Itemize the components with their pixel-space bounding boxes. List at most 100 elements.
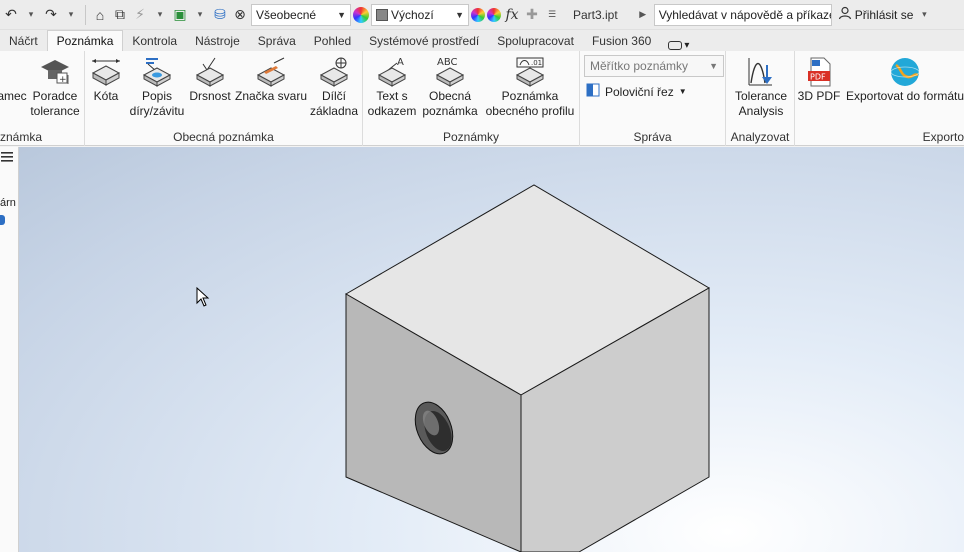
general-note-button[interactable]: ABC Obecná poznámka <box>421 55 479 119</box>
dimension-icon <box>89 55 123 89</box>
chevron-down-icon: ▼ <box>709 61 718 71</box>
tab-sprava[interactable]: Správa <box>249 30 305 51</box>
model-canvas <box>196 184 710 552</box>
mouse-cursor-icon <box>196 286 210 307</box>
chevron-down-icon: ▼ <box>455 9 464 20</box>
undo-arrow-icon[interactable]: ↶ <box>2 4 20 26</box>
tolerance-analysis-label-1: Tolerance <box>734 89 788 103</box>
surface-texture-icon <box>193 55 227 89</box>
dimension-button[interactable]: Kóta <box>89 55 123 104</box>
browser-node-icon <box>0 215 5 225</box>
material-icon[interactable]: ⛁ <box>211 4 229 26</box>
globe-export-icon <box>888 55 922 89</box>
fx-parameters-icon[interactable]: fx <box>503 4 521 26</box>
select-dropdown-chevron-icon[interactable]: ▾ <box>191 4 209 26</box>
plus-icon[interactable]: ✚ <box>523 4 541 26</box>
3d-pdf-button[interactable]: PDF 3D PDF <box>797 55 841 104</box>
redo-dropdown-chevron-icon[interactable]: ▾ <box>62 4 80 26</box>
document-name: Part3.ipt <box>573 7 618 22</box>
color-wheel-icon[interactable] <box>353 6 369 23</box>
chevron-down-icon: ▾ <box>684 40 690 51</box>
redo-arrow-icon[interactable]: ↷ <box>42 4 60 26</box>
visual-style-swatch-icon <box>376 8 388 21</box>
copy-icon[interactable]: ⧉ <box>111 4 129 26</box>
ribbon-panel-manage: Měřítko poznámky ▼ Poloviční řez ▼ Správ… <box>580 51 726 146</box>
leader-text-button[interactable]: A Text s odkazem <box>365 55 419 119</box>
tab-nacrt[interactable]: Náčrt <box>0 30 47 51</box>
ribbon-panel-notes: A Text s odkazem ABC Obecná poznámka .01… <box>363 51 580 146</box>
quick-access-toolbar: ↶ ▾ ↷ ▾ ⌂ ⧉ ⚡ ▾ ▣ ▾ ⛁ ⊗ Všeobecné ▼ Vých… <box>0 0 964 30</box>
appearance-style-dropdown[interactable]: Všeobecné ▼ <box>251 3 351 26</box>
svg-text:+|: +| <box>59 75 70 85</box>
tab-spolupracovat[interactable]: Spolupracovat <box>488 30 583 51</box>
tab-poznamka[interactable]: Poznámka <box>46 30 124 51</box>
chevron-down-icon: ▼ <box>337 9 346 20</box>
tab-nastroje[interactable]: Nástroje <box>186 30 249 51</box>
ribbon-panel-export: PDF 3D PDF Exportovat do formátu Exporto <box>795 51 964 146</box>
ribbon-panel-annotation-cut: amec +| Poradce tolerance známka <box>0 51 85 146</box>
ribbon: amec +| Poradce tolerance známka Kóta Po… <box>0 51 964 146</box>
weld-symbol-button[interactable]: Značka svaru <box>235 55 307 104</box>
user-icon <box>838 6 852 23</box>
general-profile-note-icon: .01 <box>513 55 547 89</box>
customize-toolbar-icon[interactable]: ☰ <box>543 4 561 26</box>
general-profile-note-label-1: Poznámka <box>501 89 559 103</box>
select-icon[interactable]: ▣ <box>171 4 189 26</box>
half-section-label: Poloviční řez <box>605 84 674 99</box>
tolerance-analysis-label-2: Analysis <box>738 104 784 118</box>
weld-symbol-label: Značka svaru <box>234 89 308 103</box>
leader-text-icon: A <box>375 55 409 89</box>
hole-thread-label-2: díry/závitu <box>129 104 185 118</box>
graduation-cap-icon: +| <box>38 55 72 89</box>
tolerance-analysis-button[interactable]: Tolerance Analysis <box>732 55 790 119</box>
undo-dropdown-chevron-icon[interactable]: ▾ <box>22 4 40 26</box>
chevron-right-icon[interactable]: ▶ <box>634 4 652 26</box>
hole-thread-label-1: Popis <box>141 89 173 103</box>
clear-appearance-icon[interactable] <box>487 7 501 22</box>
datum-target-label-2: základna <box>309 104 359 118</box>
update-icon[interactable]: ⚡ <box>131 4 149 26</box>
panel-title: Exporto <box>922 130 964 144</box>
sign-in-chevron-icon[interactable]: ▾ <box>915 4 933 26</box>
ribbon-tabs: Náčrt Poznámka Kontrola Nástroje Správa … <box>0 30 964 51</box>
frame-button[interactable]: amec <box>0 55 27 104</box>
sign-in-button[interactable]: Přihlásit se <box>838 6 914 23</box>
pdf-document-icon: PDF <box>802 55 836 89</box>
tab-fusion-360[interactable]: Fusion 360 <box>583 30 660 51</box>
annotation-scale-combo[interactable]: Měřítko poznámky ▼ <box>584 55 724 77</box>
graphics-viewport[interactable] <box>19 147 964 552</box>
export-to-format-button[interactable]: Exportovat do formátu <box>843 55 964 104</box>
chevron-down-icon: ▼ <box>678 87 687 96</box>
sign-in-label: Přihlásit se <box>854 7 914 22</box>
half-section-button[interactable]: Poloviční řez ▼ <box>586 83 687 100</box>
general-profile-note-button[interactable]: .01 Poznámka obecného profilu <box>483 55 577 119</box>
home-icon[interactable]: ⌂ <box>91 4 109 26</box>
help-search-input[interactable]: Vyhledávat v nápovědě a příkaze <box>653 3 832 26</box>
browser-node-label[interactable]: árn <box>0 197 19 209</box>
tolerance-advisor-label-2: tolerance <box>30 104 80 118</box>
datum-target-button[interactable]: Dílčí základna <box>309 55 359 119</box>
surface-texture-button[interactable]: Drsnost <box>189 55 231 104</box>
appearance-style-value: Všeobecné <box>256 7 317 22</box>
ribbon-minimize-icon <box>668 41 683 50</box>
adjust-appearance-icon[interactable] <box>471 7 485 22</box>
visual-style-dropdown[interactable]: Výchozí ▼ <box>371 3 469 26</box>
panel-title: známka <box>0 130 43 144</box>
surface-texture-label: Drsnost <box>189 89 231 103</box>
hole-thread-notes-button[interactable]: Popis díry/závitu <box>129 55 185 119</box>
ribbon-display-toggle[interactable]: ▾ <box>660 40 697 51</box>
weld-symbol-icon <box>254 55 288 89</box>
panel-title: Poznámky <box>442 130 500 144</box>
cube-model[interactable] <box>345 184 710 552</box>
export-to-format-label: Exportovat do formátu <box>845 89 964 103</box>
browser-menu-icon[interactable] <box>0 151 14 163</box>
tolerance-advisor-button[interactable]: +| Poradce tolerance <box>30 55 80 119</box>
tab-systemove-prostredi[interactable]: Systémové prostředí <box>360 30 488 51</box>
frame-label: amec <box>0 89 27 103</box>
update-dropdown-chevron-icon[interactable]: ▾ <box>151 4 169 26</box>
panel-title: Obecná poznámka <box>173 130 274 144</box>
tab-kontrola[interactable]: Kontrola <box>123 30 186 51</box>
ribbon-panel-analyze: Tolerance Analysis Analyzovat <box>726 51 795 146</box>
tab-pohled[interactable]: Pohled <box>305 30 360 51</box>
appearance-clear-icon[interactable]: ⊗ <box>231 4 249 26</box>
